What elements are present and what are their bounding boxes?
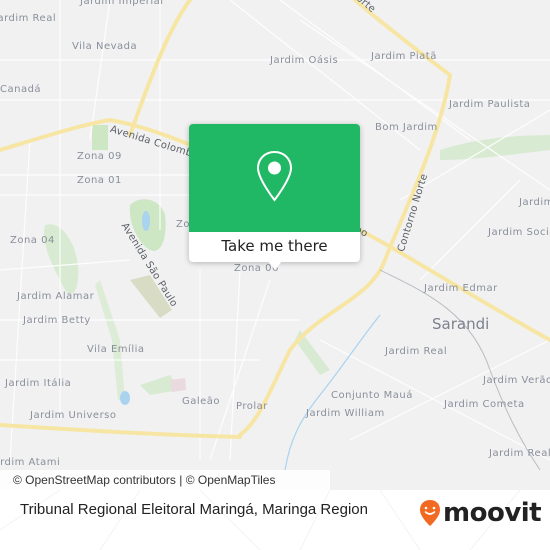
stream-park [95, 280, 125, 400]
label-neighborhood: Jardim Real [0, 13, 57, 24]
label-neighborhood: Vila Emília [87, 344, 145, 355]
location-popup: Take me there [189, 124, 360, 270]
label-city: Sarandi [432, 315, 490, 333]
label-neighborhood: Canadá [0, 84, 42, 95]
label-neighborhood: Galeão [182, 396, 221, 407]
popup-header [189, 124, 360, 232]
label-neighborhood: Jardim Paulista [449, 99, 531, 110]
map-view[interactable]: Jardim Imperial Jardim Real Vila Nevada … [0, 0, 550, 490]
label-neighborhood: Zona 01 [77, 175, 122, 186]
map-attribution[interactable]: © OpenStreetMap contributors | © OpenMap… [0, 470, 330, 490]
label-neighborhood: Jardim Verão [483, 375, 550, 386]
label-neighborhood: Jardim Alamar [17, 291, 95, 302]
moovit-logo-text: moovit [443, 498, 542, 528]
park-area [440, 135, 550, 160]
footer: Tribunal Regional Eleitoral Maringá, Mar… [0, 490, 550, 550]
label-neighborhood: Jardim Betty [23, 315, 91, 326]
take-me-there-button[interactable]: Take me there [189, 232, 360, 262]
label-neighborhood: Jardim Cometa [444, 399, 525, 410]
label-neighborhood: Jardim Social [488, 227, 550, 238]
label-neighborhood: Bom Jardim [375, 122, 438, 133]
label-neighborhood: Prolar [236, 401, 268, 412]
label-neighborhood: Jardim Universo [30, 410, 117, 421]
label-neighborhood: Jardim [519, 197, 550, 208]
label-neighborhood: Jardim Real [385, 346, 448, 357]
label-neighborhood: Jardim Imperial [80, 0, 164, 7]
moovit-logo[interactable]: moovit [419, 498, 542, 528]
label-neighborhood: Jardim Piatã [371, 51, 437, 62]
lake [120, 391, 130, 405]
railway-line [379, 269, 541, 471]
road-south [0, 423, 242, 439]
lake [142, 211, 150, 231]
map-pin-icon [256, 150, 293, 202]
park-area [92, 125, 108, 150]
label-neighborhood: Zona 04 [10, 235, 55, 246]
moovit-pin-icon [420, 500, 440, 526]
label-neighborhood: Zona 09 [77, 151, 122, 162]
label-neighborhood: Jardim Edmar [424, 283, 498, 294]
label-neighborhood: Jardim Oásis [270, 55, 339, 66]
label-neighborhood: Vila Nevada [72, 41, 138, 52]
label-neighborhood: Jardim Atami [0, 457, 61, 468]
popup-pointer [268, 261, 282, 270]
label-neighborhood: Jardim Real [489, 448, 550, 459]
place-title: Tribunal Regional Eleitoral Maringá, Mar… [20, 501, 368, 518]
label-neighborhood: Conjunto Mauá [331, 390, 413, 401]
label-neighborhood: Jardim Itália [5, 378, 72, 389]
landuse-area [170, 378, 186, 392]
label-neighborhood: Jardim William [306, 408, 385, 419]
